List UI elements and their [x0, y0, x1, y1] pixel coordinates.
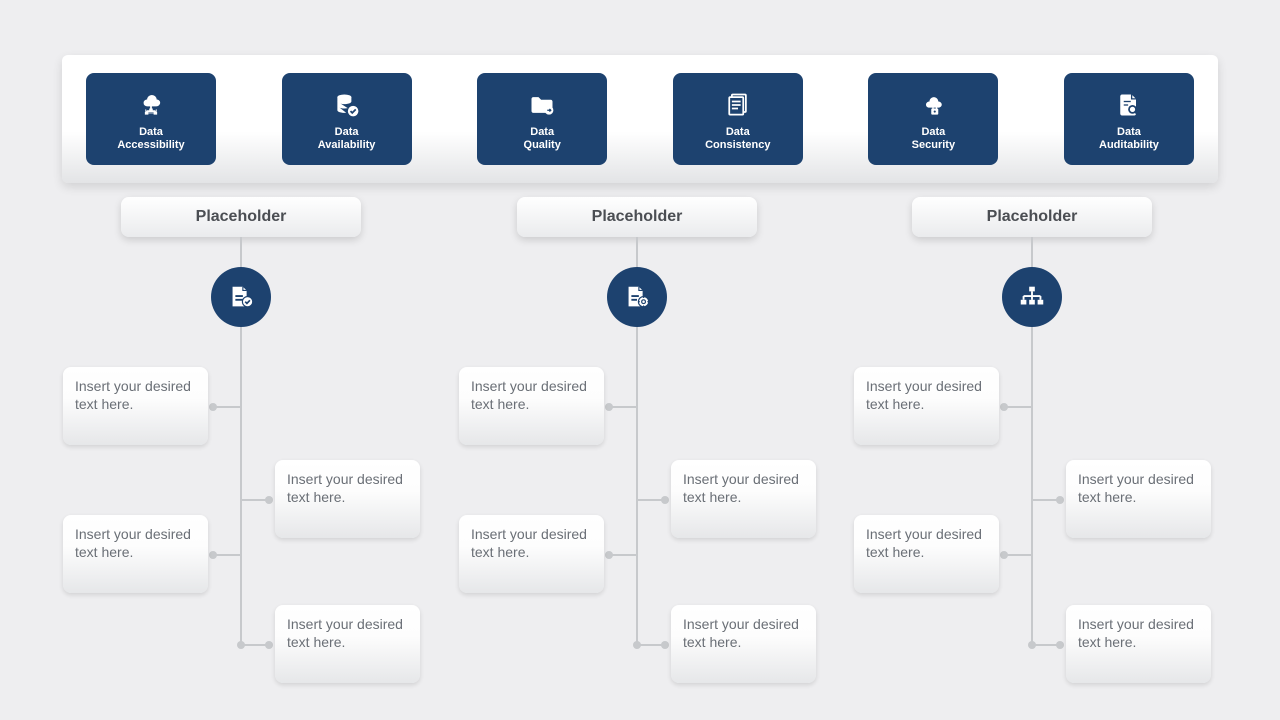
pillar-label: DataQuality	[524, 126, 561, 152]
doc-check-icon	[226, 282, 256, 312]
connector-dot	[209, 403, 217, 411]
connector-dot	[661, 641, 669, 649]
section-icon-2	[607, 267, 667, 327]
note-box: Insert your desired text here.	[275, 460, 420, 538]
connector-line	[609, 406, 637, 408]
note-box: Insert your desired text here.	[459, 515, 604, 593]
pillar-label: DataAvailability	[318, 126, 376, 152]
pillar-auditability: DataAuditability	[1064, 73, 1194, 165]
connector-line	[636, 327, 638, 647]
note-box: Insert your desired text here.	[459, 367, 604, 445]
pillar-label: DataConsistency	[705, 126, 770, 152]
section-icon-3	[1002, 267, 1062, 327]
pillar-consistency: DataConsistency	[673, 73, 803, 165]
note-box: Insert your desired text here.	[1066, 605, 1211, 683]
connector-dot	[1000, 551, 1008, 559]
connector-line	[1031, 237, 1033, 267]
cloud-network-icon	[136, 90, 166, 120]
note-box: Insert your desired text here.	[1066, 460, 1211, 538]
section-header-1: Placeholder	[121, 197, 361, 237]
documents-icon	[723, 90, 753, 120]
connector-line	[213, 406, 241, 408]
connector-dot	[605, 403, 613, 411]
pillar-availability: DataAvailability	[282, 73, 412, 165]
section-header-2: Placeholder	[517, 197, 757, 237]
connector-dot	[661, 496, 669, 504]
connector-dot	[633, 641, 641, 649]
section-header-3: Placeholder	[912, 197, 1152, 237]
pillar-security: DataSecurity	[868, 73, 998, 165]
pillar-accessibility: DataAccessibility	[86, 73, 216, 165]
document-search-icon	[1114, 90, 1144, 120]
database-check-icon	[332, 90, 362, 120]
connector-line	[240, 237, 242, 267]
connector-dot	[265, 496, 273, 504]
pillar-label: DataAuditability	[1099, 126, 1159, 152]
note-box: Insert your desired text here.	[671, 460, 816, 538]
connector-line	[609, 554, 637, 556]
connector-line	[636, 237, 638, 267]
pillar-quality: DataQuality	[477, 73, 607, 165]
note-box: Insert your desired text here.	[854, 367, 999, 445]
connector-dot	[1000, 403, 1008, 411]
folder-arrow-icon	[527, 90, 557, 120]
connector-dot	[209, 551, 217, 559]
connector-line	[1004, 554, 1032, 556]
note-box: Insert your desired text here.	[275, 605, 420, 683]
connector-line	[213, 554, 241, 556]
connector-dot	[237, 641, 245, 649]
connector-dot	[1056, 496, 1064, 504]
connector-line	[1004, 406, 1032, 408]
note-box: Insert your desired text here.	[854, 515, 999, 593]
diagram-canvas: DataAccessibility DataAvailability DataQ…	[0, 0, 1280, 720]
pillar-label: DataSecurity	[912, 126, 955, 152]
pillars-banner: DataAccessibility DataAvailability DataQ…	[62, 55, 1218, 183]
connector-dot	[265, 641, 273, 649]
pillar-label: DataAccessibility	[117, 126, 184, 152]
note-box: Insert your desired text here.	[63, 367, 208, 445]
connector-dot	[1056, 641, 1064, 649]
connector-dot	[605, 551, 613, 559]
connector-line	[1031, 327, 1033, 647]
cloud-lock-icon	[918, 90, 948, 120]
org-chart-icon	[1017, 282, 1047, 312]
note-box: Insert your desired text here.	[671, 605, 816, 683]
doc-gear-icon	[622, 282, 652, 312]
connector-dot	[1028, 641, 1036, 649]
note-box: Insert your desired text here.	[63, 515, 208, 593]
section-icon-1	[211, 267, 271, 327]
connector-line	[240, 327, 242, 647]
